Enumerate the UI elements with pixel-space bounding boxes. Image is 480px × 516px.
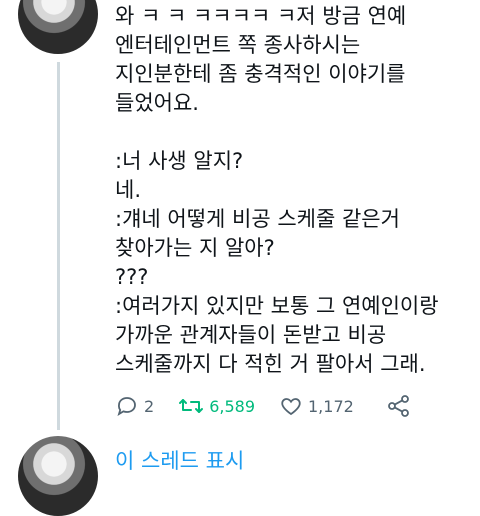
- share-button[interactable]: [386, 393, 412, 419]
- share-icon: [387, 395, 409, 417]
- reply-button[interactable]: 2: [115, 394, 154, 418]
- retweet-button[interactable]: 6,589: [178, 394, 255, 418]
- reply-count: 2: [144, 396, 155, 416]
- retweet-count: 6,589: [209, 396, 255, 416]
- like-count: 1,172: [308, 396, 354, 416]
- like-icon: [281, 398, 301, 416]
- reply-icon: [117, 397, 136, 416]
- avatar[interactable]: [18, 0, 98, 54]
- retweet-icon: [179, 399, 204, 413]
- thread-connector-line: [57, 62, 60, 430]
- tweet-actions: 2 6,589 1,172: [115, 390, 445, 422]
- tweet-text: 와 ㅋ ㅋ ㅋㅋㅋㅋ ㅋ저 방금 연예 엔터테인먼트 쪽 종사하시는 지인분한테…: [115, 4, 439, 376]
- thread-avatar[interactable]: [18, 436, 98, 516]
- show-thread-link[interactable]: 이 스레드 표시: [115, 448, 244, 474]
- like-button[interactable]: 1,172: [279, 394, 354, 418]
